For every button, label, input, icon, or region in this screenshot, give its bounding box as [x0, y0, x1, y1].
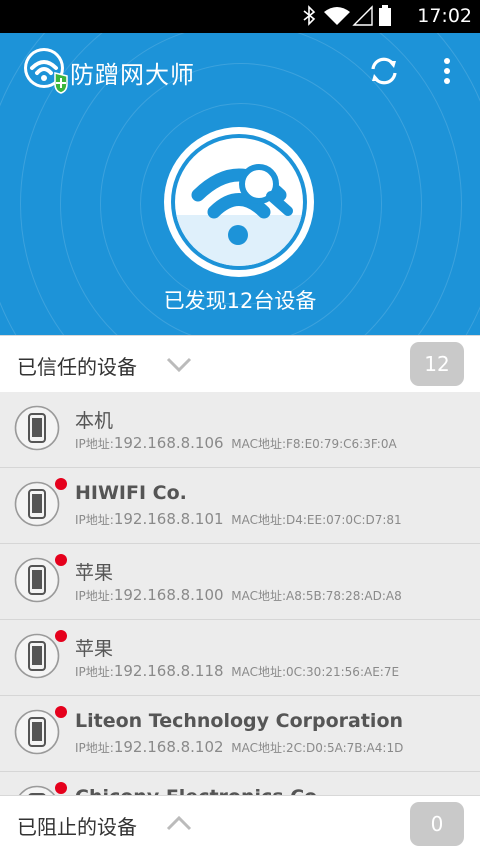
device-name: HIWIFI Co. — [75, 482, 187, 504]
battery-icon — [379, 5, 391, 26]
device-address: IP地址:192.168.8.100 MAC地址:A8:5B:78:28:AD:… — [75, 586, 402, 604]
more-options-icon[interactable] — [434, 55, 460, 87]
scan-button[interactable] — [162, 125, 316, 279]
app-logo-icon — [24, 48, 68, 94]
device-name: 苹果 — [75, 638, 114, 660]
ip-address: 192.168.8.101 — [113, 510, 224, 528]
alert-dot — [55, 630, 67, 642]
ip-label: IP地址: — [75, 437, 114, 451]
device-name: Chicony Electronics Co. — [75, 786, 324, 795]
device-row[interactable]: HIWIFI Co. IP地址:192.168.8.101 MAC地址:D4:E… — [0, 468, 480, 544]
ip-address: 192.168.8.106 — [113, 434, 224, 452]
status-icons — [303, 5, 391, 26]
phone-icon — [14, 709, 60, 755]
device-name: 苹果 — [75, 562, 114, 584]
mac-address: MAC地址:2C:D0:5A:7B:A4:1D — [231, 741, 404, 755]
blocked-count-badge: 0 — [410, 802, 464, 846]
hero-header: 防蹭网大师 已发现12台设备 — [0, 33, 480, 335]
device-row[interactable]: Liteon Technology Corporation IP地址:192.1… — [0, 696, 480, 772]
phone-icon — [18, 785, 56, 795]
device-name: Liteon Technology Corporation — [75, 710, 404, 732]
device-address: IP地址:192.168.8.106 MAC地址:F8:E0:79:C6:3F:… — [75, 434, 397, 452]
alert-dot — [55, 478, 67, 490]
cell-signal-icon — [352, 5, 373, 26]
device-row[interactable]: 本机 IP地址:192.168.8.106 MAC地址:F8:E0:79:C6:… — [0, 392, 480, 468]
mac-address: MAC地址:D4:EE:07:0C:D7:81 — [231, 513, 402, 527]
device-address: IP地址:192.168.8.101 MAC地址:D4:EE:07:0C:D7:… — [75, 510, 402, 528]
phone-icon — [14, 633, 60, 679]
alert-dot — [55, 706, 67, 718]
blocked-devices-title: 已阻止的设备 — [17, 815, 137, 839]
ip-address: 192.168.8.102 — [113, 738, 224, 756]
bluetooth-icon — [303, 5, 316, 26]
ip-label: IP地址: — [75, 665, 114, 679]
blocked-devices-header[interactable]: 已阻止的设备 0 — [0, 795, 480, 854]
chevron-down-icon — [166, 357, 192, 373]
phone-icon — [14, 557, 60, 603]
ip-label: IP地址: — [75, 589, 114, 603]
device-name: 本机 — [75, 410, 114, 432]
trusted-devices-title: 已信任的设备 — [17, 355, 137, 379]
refresh-icon[interactable] — [366, 53, 402, 89]
alert-dot — [55, 554, 67, 566]
device-row[interactable]: 苹果 IP地址:192.168.8.118 MAC地址:0C:30:21:56:… — [0, 620, 480, 696]
mac-address: MAC地址:F8:E0:79:C6:3F:0A — [231, 437, 397, 451]
phone-icon — [14, 405, 60, 451]
clock: 17:02 — [417, 5, 472, 27]
trusted-devices-header[interactable]: 已信任的设备 12 — [0, 335, 480, 393]
phone-icon — [14, 481, 60, 527]
ip-label: IP地址: — [75, 741, 114, 755]
device-address: IP地址:192.168.8.118 MAC地址:0C:30:21:56:AE:… — [75, 662, 399, 680]
device-address: IP地址:192.168.8.102 MAC地址:2C:D0:5A:7B:A4:… — [75, 738, 403, 756]
mac-address: MAC地址:A8:5B:78:28:AD:A8 — [231, 589, 402, 603]
device-row[interactable]: 苹果 IP地址:192.168.8.100 MAC地址:A8:5B:78:28:… — [0, 544, 480, 620]
mac-address: MAC地址:0C:30:21:56:AE:7E — [231, 665, 400, 679]
ip-address: 192.168.8.100 — [113, 586, 224, 604]
ip-address: 192.168.8.118 — [113, 662, 224, 680]
wifi-signal-icon — [324, 7, 350, 25]
app-title: 防蹭网大师 — [70, 61, 195, 89]
ip-label: IP地址: — [75, 513, 114, 527]
chevron-up-icon — [166, 815, 192, 831]
trusted-count-badge: 12 — [410, 342, 464, 386]
status-bar: 17:02 — [0, 0, 480, 33]
alert-dot — [55, 782, 67, 794]
devices-found-text: 已发现12台设备 — [163, 289, 317, 313]
device-row[interactable]: Chicony Electronics Co. — [0, 772, 480, 795]
device-list[interactable]: 本机 IP地址:192.168.8.106 MAC地址:F8:E0:79:C6:… — [0, 392, 480, 795]
